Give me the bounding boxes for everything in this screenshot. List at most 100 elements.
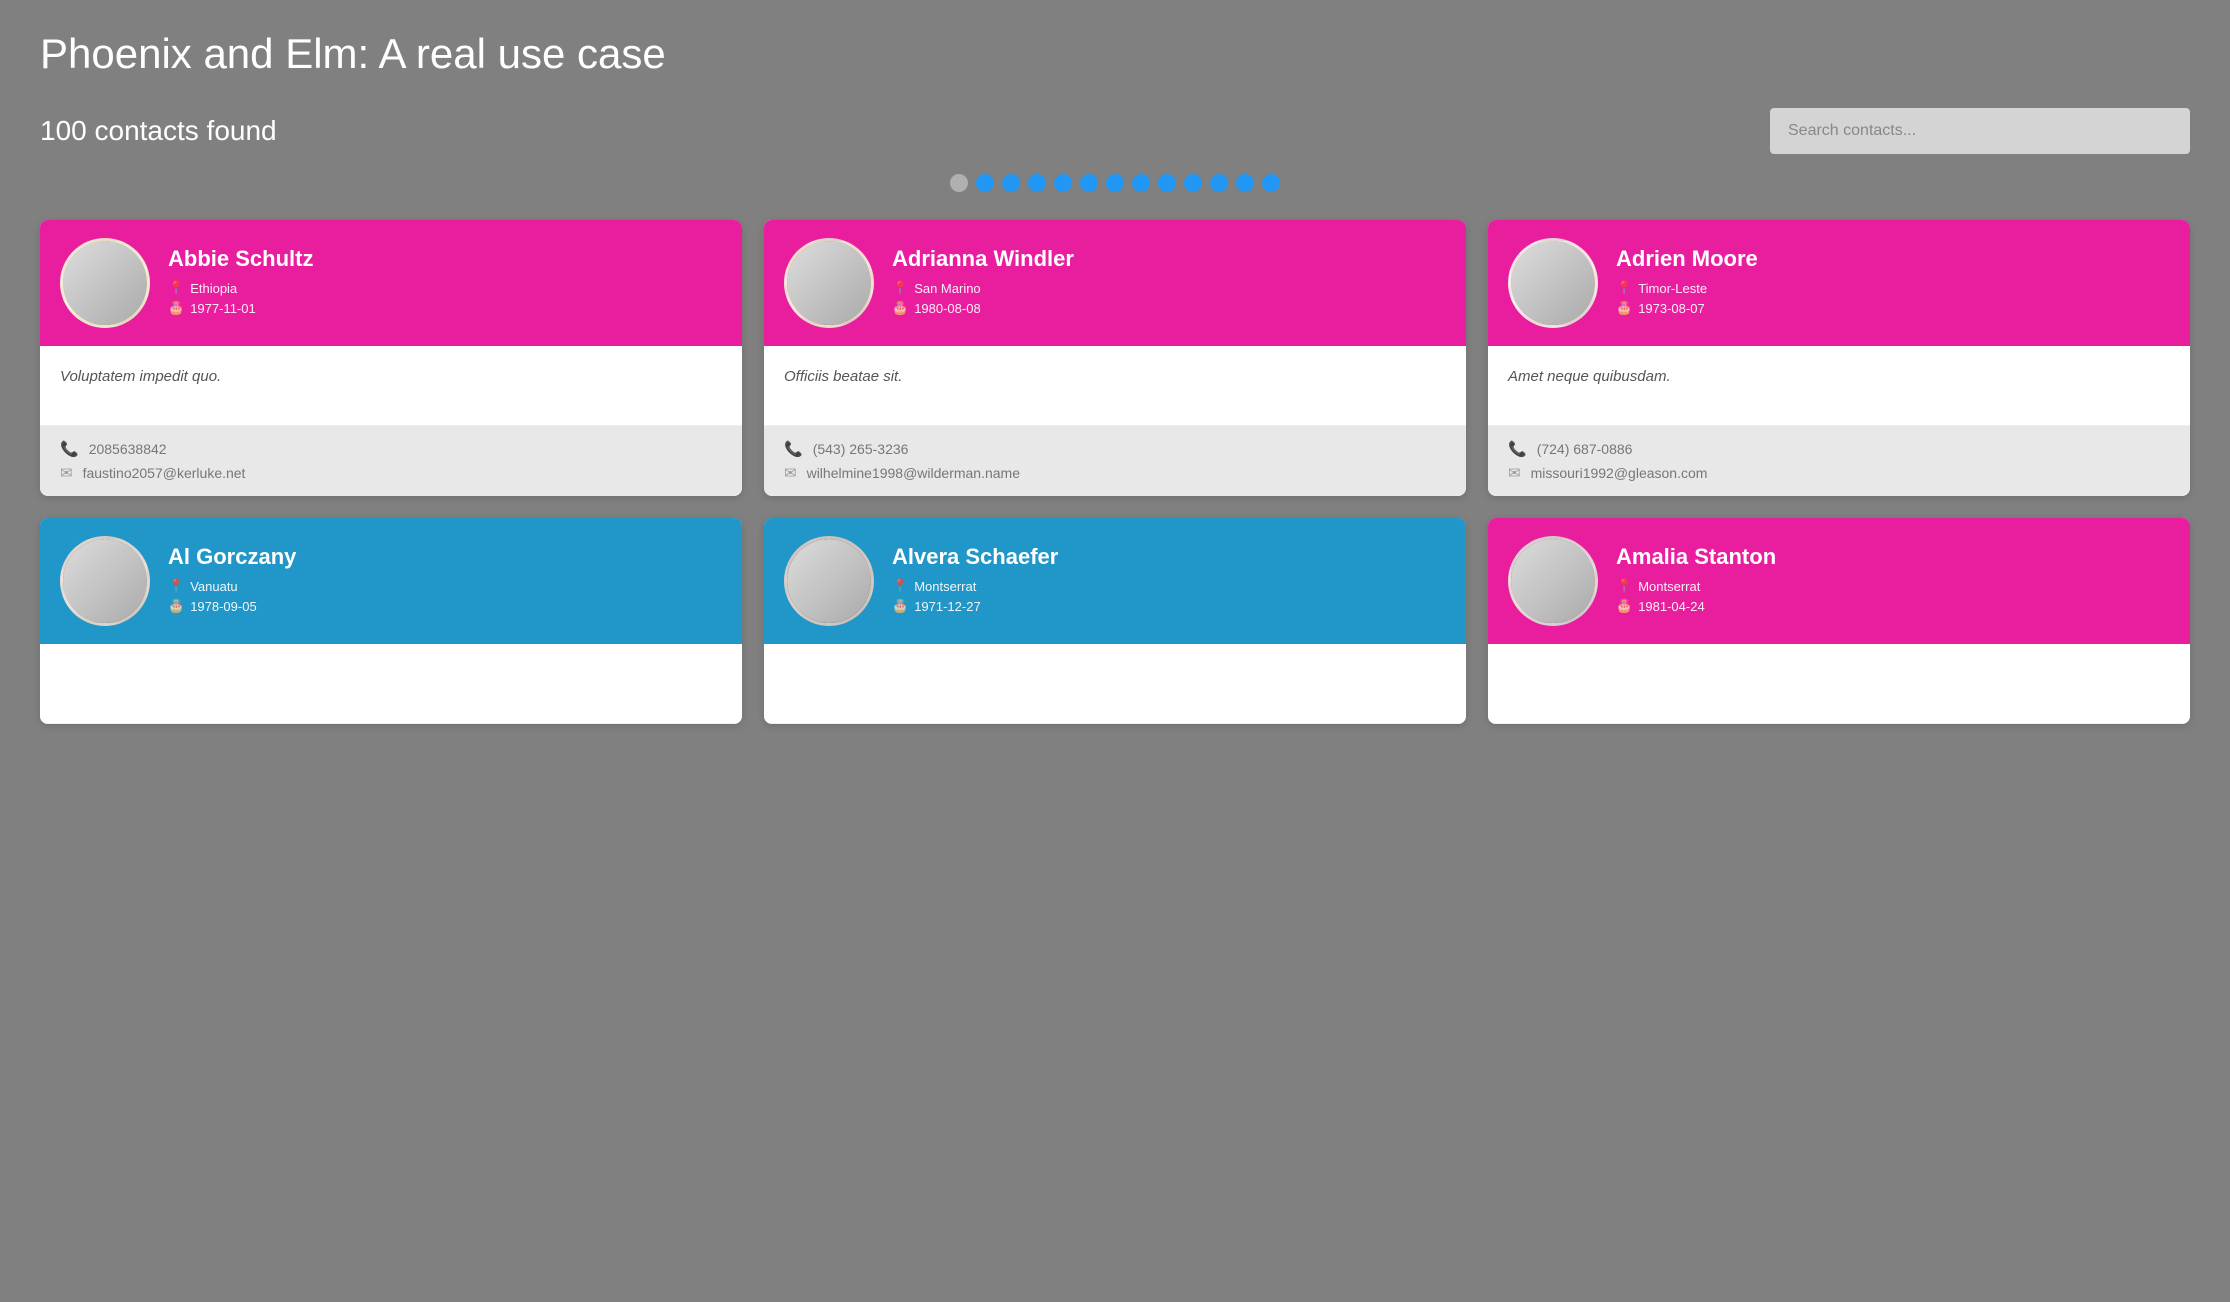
contact-bio: Officiis beatae sit.: [784, 368, 1446, 385]
contacts-grid: Abbie Schultz 📍 Ethiopia 🎂 1977-11-01 Vo…: [40, 220, 2190, 724]
card-footer: 📞 2085638842 ✉ faustino2057@kerluke.net: [40, 426, 742, 496]
phone-icon: 📞: [60, 440, 79, 458]
phone-text: (724) 687-0886: [1537, 441, 1633, 457]
location-text: Montserrat: [1638, 579, 1700, 594]
location-text: Timor-Leste: [1638, 281, 1707, 296]
location-icon: 📍: [168, 280, 184, 296]
contact-name: Alvera Schaefer: [892, 544, 1446, 570]
pagination-dot-11[interactable]: [1236, 174, 1254, 192]
email-text: wilhelmine1998@wilderman.name: [807, 465, 1020, 481]
avatar: [784, 536, 874, 626]
contact-location: 📍 Montserrat: [1616, 578, 2170, 594]
contact-name: Adrianna Windler: [892, 246, 1446, 272]
card-body: Officiis beatae sit.: [764, 346, 1466, 426]
card-body: [40, 644, 742, 724]
location-text: Ethiopia: [190, 281, 237, 296]
contact-dob: 🎂 1980-08-08: [892, 300, 1446, 316]
avatar: [60, 238, 150, 328]
contact-dob: 🎂 1977-11-01: [168, 300, 722, 316]
card-footer: 📞 (724) 687-0886 ✉ missouri1992@gleason.…: [1488, 426, 2190, 496]
header-row: 100 contacts found: [40, 108, 2190, 154]
contact-phone: 📞 2085638842: [60, 440, 722, 458]
location-text: Vanuatu: [190, 579, 237, 594]
contact-email: ✉ missouri1992@gleason.com: [1508, 464, 2170, 482]
pagination-dot-8[interactable]: [1158, 174, 1176, 192]
location-text: San Marino: [914, 281, 980, 296]
pagination: [40, 174, 2190, 192]
birthday-icon: 🎂: [168, 300, 184, 316]
card-header: Adrianna Windler 📍 San Marino 🎂 1980-08-…: [764, 220, 1466, 346]
contact-name: Amalia Stanton: [1616, 544, 2170, 570]
phone-text: 2085638842: [89, 441, 167, 457]
card-header: Abbie Schultz 📍 Ethiopia 🎂 1977-11-01: [40, 220, 742, 346]
pagination-dot-1[interactable]: [976, 174, 994, 192]
contact-dob: 🎂 1973-08-07: [1616, 300, 2170, 316]
pagination-dot-0[interactable]: [950, 174, 968, 192]
avatar: [1508, 536, 1598, 626]
contact-location: 📍 Vanuatu: [168, 578, 722, 594]
dob-text: 1981-04-24: [1638, 599, 1705, 614]
pagination-dot-5[interactable]: [1080, 174, 1098, 192]
contact-email: ✉ wilhelmine1998@wilderman.name: [784, 464, 1446, 482]
card-header: Adrien Moore 📍 Timor-Leste 🎂 1973-08-07: [1488, 220, 2190, 346]
card-info: Adrianna Windler 📍 San Marino 🎂 1980-08-…: [892, 246, 1446, 320]
phone-text: (543) 265-3236: [813, 441, 909, 457]
location-icon: 📍: [892, 578, 908, 594]
location-icon: 📍: [1616, 280, 1632, 296]
contact-location: 📍 Timor-Leste: [1616, 280, 2170, 296]
email-text: missouri1992@gleason.com: [1531, 465, 1708, 481]
card-info: Abbie Schultz 📍 Ethiopia 🎂 1977-11-01: [168, 246, 722, 320]
contact-card: Amalia Stanton 📍 Montserrat 🎂 1981-04-24: [1488, 518, 2190, 724]
contact-card: Alvera Schaefer 📍 Montserrat 🎂 1971-12-2…: [764, 518, 1466, 724]
phone-icon: 📞: [784, 440, 803, 458]
pagination-dot-10[interactable]: [1210, 174, 1228, 192]
contact-card: Al Gorczany 📍 Vanuatu 🎂 1978-09-05: [40, 518, 742, 724]
contact-bio: Voluptatem impedit quo.: [60, 368, 722, 385]
contact-phone: 📞 (724) 687-0886: [1508, 440, 2170, 458]
pagination-dot-2[interactable]: [1002, 174, 1020, 192]
card-body: [1488, 644, 2190, 724]
pagination-dot-7[interactable]: [1132, 174, 1150, 192]
contact-location: 📍 Montserrat: [892, 578, 1446, 594]
card-info: Al Gorczany 📍 Vanuatu 🎂 1978-09-05: [168, 544, 722, 618]
contact-bio: Amet neque quibusdam.: [1508, 368, 2170, 385]
avatar: [60, 536, 150, 626]
pagination-dot-9[interactable]: [1184, 174, 1202, 192]
location-icon: 📍: [1616, 578, 1632, 594]
location-icon: 📍: [168, 578, 184, 594]
avatar: [784, 238, 874, 328]
contact-dob: 🎂 1981-04-24: [1616, 598, 2170, 614]
pagination-dot-4[interactable]: [1054, 174, 1072, 192]
contact-card: Adrien Moore 📍 Timor-Leste 🎂 1973-08-07 …: [1488, 220, 2190, 496]
contact-location: 📍 Ethiopia: [168, 280, 722, 296]
phone-icon: 📞: [1508, 440, 1527, 458]
card-footer: 📞 (543) 265-3236 ✉ wilhelmine1998@wilder…: [764, 426, 1466, 496]
card-body: Amet neque quibusdam.: [1488, 346, 2190, 426]
dob-text: 1971-12-27: [914, 599, 981, 614]
contacts-count: 100 contacts found: [40, 115, 277, 147]
dob-text: 1980-08-08: [914, 301, 981, 316]
location-text: Montserrat: [914, 579, 976, 594]
search-input[interactable]: [1770, 108, 2190, 154]
contact-phone: 📞 (543) 265-3236: [784, 440, 1446, 458]
email-icon: ✉: [784, 464, 797, 482]
dob-text: 1978-09-05: [190, 599, 257, 614]
birthday-icon: 🎂: [892, 300, 908, 316]
card-header: Al Gorczany 📍 Vanuatu 🎂 1978-09-05: [40, 518, 742, 644]
birthday-icon: 🎂: [1616, 598, 1632, 614]
contact-dob: 🎂 1971-12-27: [892, 598, 1446, 614]
page-title: Phoenix and Elm: A real use case: [40, 30, 2190, 78]
birthday-icon: 🎂: [1616, 300, 1632, 316]
card-header: Amalia Stanton 📍 Montserrat 🎂 1981-04-24: [1488, 518, 2190, 644]
contact-location: 📍 San Marino: [892, 280, 1446, 296]
pagination-dot-12[interactable]: [1262, 174, 1280, 192]
contact-name: Adrien Moore: [1616, 246, 2170, 272]
contact-card: Abbie Schultz 📍 Ethiopia 🎂 1977-11-01 Vo…: [40, 220, 742, 496]
location-icon: 📍: [892, 280, 908, 296]
contact-name: Al Gorczany: [168, 544, 722, 570]
card-body: [764, 644, 1466, 724]
avatar: [1508, 238, 1598, 328]
birthday-icon: 🎂: [892, 598, 908, 614]
pagination-dot-3[interactable]: [1028, 174, 1046, 192]
pagination-dot-6[interactable]: [1106, 174, 1124, 192]
